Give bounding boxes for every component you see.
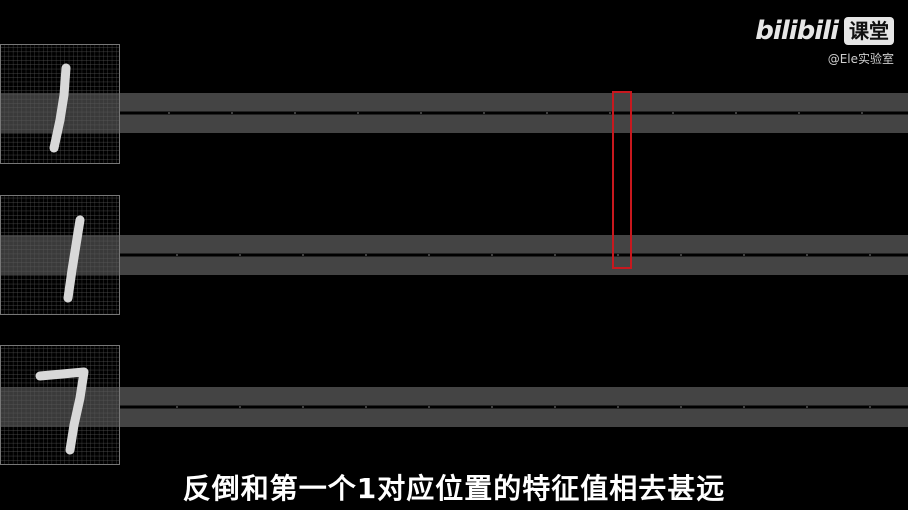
digit-image-2 [0, 195, 120, 315]
feature-row-3 [0, 345, 908, 465]
bilibili-logo: bilibili 课堂 [755, 16, 894, 46]
subtitle-caption: 反倒和第一个1对应位置的特征值相去甚远 [182, 472, 726, 505]
feature-visualization [0, 44, 908, 465]
digit-image-1 [0, 44, 120, 164]
author-label: @Ele实验室 [827, 52, 894, 66]
watermark: bilibili 课堂 @Ele实验室 [755, 16, 894, 67]
feature-row-2 [0, 195, 908, 315]
brand-text: bilibili [755, 16, 839, 46]
digit-image-3 [0, 345, 120, 465]
brand-badge: 课堂 [844, 17, 894, 45]
